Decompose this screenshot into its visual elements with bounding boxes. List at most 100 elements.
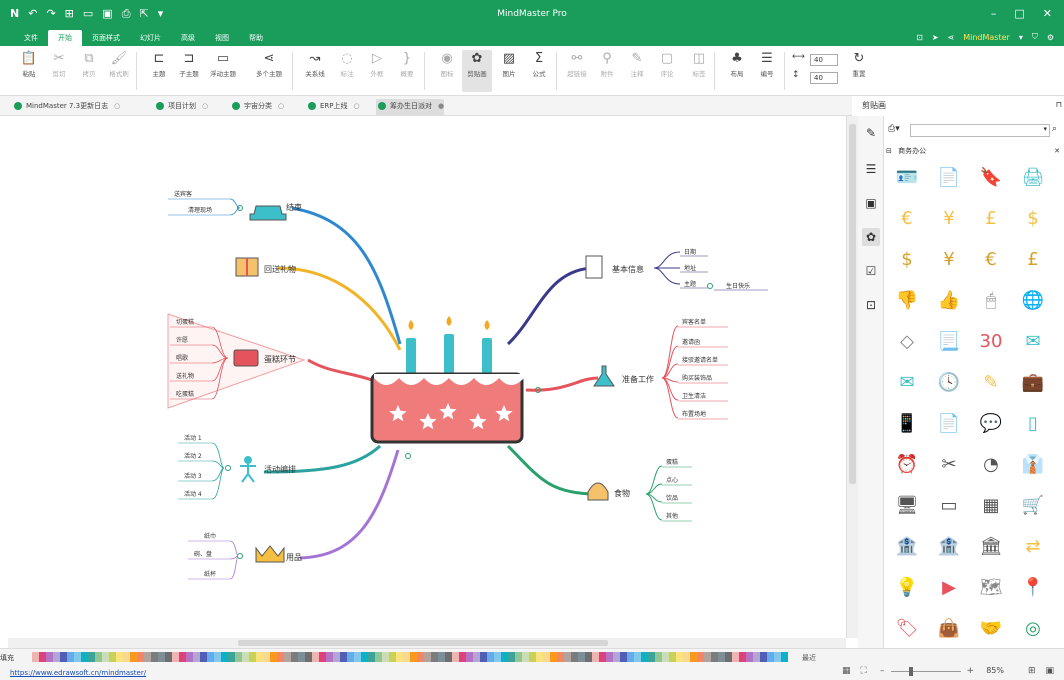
zoom-out-icon[interactable]: – [880, 666, 885, 676]
doc-tab-4[interactable]: 筹办生日派对 ● [376, 99, 445, 115]
tag-button[interactable]: ◫ 标签 [684, 50, 714, 78]
briefcase-icon[interactable]: 💼 [1018, 367, 1048, 397]
supply-item-0[interactable]: 纸巾 [204, 532, 216, 540]
fit-window-icon[interactable]: ⊞ [1028, 666, 1036, 676]
palette-swatch[interactable] [165, 652, 172, 662]
palette-swatch[interactable] [172, 652, 179, 662]
food-item-2[interactable]: 饮品 [666, 494, 678, 502]
palette-swatch[interactable] [781, 652, 788, 662]
palette-swatch[interactable] [256, 652, 263, 662]
map-icon[interactable]: 🗺 [976, 572, 1006, 602]
palette-swatch[interactable] [760, 652, 767, 662]
menu-tab-1[interactable]: 开始 [48, 30, 82, 46]
cake-item-0[interactable]: 切蛋糕 [176, 318, 194, 326]
close-icon[interactable]: ✕ [1043, 7, 1052, 20]
palette-swatch[interactable] [221, 652, 228, 662]
branch-end-label[interactable]: 结束 [286, 202, 302, 212]
palette-swatch[interactable] [718, 652, 725, 662]
food-item-1[interactable]: 点心 [666, 476, 678, 484]
printer-icon[interactable]: 🖨 [1018, 162, 1048, 192]
idea-icon[interactable]: 💡 [892, 572, 922, 602]
handshake-icon[interactable]: 🤝 [976, 613, 1006, 643]
library-icon[interactable]: ⎙▾ [888, 124, 900, 134]
callout-button[interactable]: ◌ 标注 [332, 50, 362, 78]
currency-exchange-icon[interactable]: ⇄ [1018, 531, 1048, 561]
clipart-panel-icon[interactable]: ✿ [862, 228, 880, 246]
palette-swatch[interactable] [95, 652, 102, 662]
palette-swatch[interactable] [473, 652, 480, 662]
recent-colors-label[interactable]: 最近 [802, 653, 816, 663]
palette-swatch[interactable] [494, 652, 501, 662]
supply-item-2[interactable]: 纸杯 [204, 570, 216, 578]
palette-swatch[interactable] [753, 652, 760, 662]
palette-swatch[interactable] [417, 652, 424, 662]
comment-button[interactable]: ▢ 评论 [652, 50, 682, 78]
palette-swatch[interactable] [480, 652, 487, 662]
base-item-1[interactable]: 地址 [684, 264, 696, 272]
palette-swatch[interactable] [669, 652, 676, 662]
palette-swatch[interactable] [263, 652, 270, 662]
tab-close-icon[interactable]: ○ [114, 102, 120, 110]
act-item-1[interactable]: 活动 2 [184, 452, 202, 460]
format-brush-button[interactable]: 🖌 格式刷 [104, 50, 134, 78]
palette-swatch[interactable] [550, 652, 557, 662]
boundary-button[interactable]: ▷ 外框 [362, 50, 392, 78]
palette-swatch[interactable] [648, 652, 655, 662]
palette-swatch[interactable] [270, 652, 277, 662]
location-pin-icon[interactable]: 📍 [1018, 572, 1048, 602]
color-palette[interactable] [32, 652, 788, 662]
branch-food-label[interactable]: 食物 [614, 488, 630, 498]
clipart-button[interactable]: ✿ 剪贴画 [462, 50, 492, 92]
palette-swatch[interactable] [158, 652, 165, 662]
horizontal-scrollbar[interactable] [8, 638, 846, 648]
palette-swatch[interactable] [123, 652, 130, 662]
palette-swatch[interactable] [319, 652, 326, 662]
zoom-level[interactable]: 85% [986, 666, 1004, 675]
cake-item-1[interactable]: 许愿 [176, 336, 188, 344]
spacing-v-input[interactable]: 40 [810, 72, 838, 84]
prep-item-2[interactable]: 接驳邀请名单 [682, 356, 718, 364]
collapse-icon[interactable]: ⊟ [886, 147, 892, 155]
open-mail-icon[interactable]: ✉ [1018, 326, 1048, 356]
palette-swatch[interactable] [634, 652, 641, 662]
palette-swatch[interactable] [144, 652, 151, 662]
tag-icon[interactable]: 🏷 [892, 613, 922, 643]
pencil-icon[interactable]: ✎ [976, 367, 1006, 397]
cake-item-2[interactable]: 唱歌 [176, 354, 188, 362]
palette-swatch[interactable] [249, 652, 256, 662]
gauge-icon[interactable]: ◔ [976, 449, 1006, 479]
phone-icon[interactable]: 📱 [892, 408, 922, 438]
target-icon[interactable]: ◎ [1018, 613, 1048, 643]
palette-swatch[interactable] [298, 652, 305, 662]
palette-swatch[interactable] [193, 652, 200, 662]
palette-swatch[interactable] [361, 652, 368, 662]
category-close-icon[interactable]: ✕ [1054, 145, 1060, 157]
palette-swatch[interactable] [46, 652, 53, 662]
palette-swatch[interactable] [396, 652, 403, 662]
prep-item-4[interactable]: 卫生清洁 [682, 392, 706, 400]
palette-swatch[interactable] [620, 652, 627, 662]
palette-swatch[interactable] [284, 652, 291, 662]
palette-swatch[interactable] [74, 652, 81, 662]
zoom-in-icon[interactable]: + [967, 666, 975, 676]
palette-swatch[interactable] [627, 652, 634, 662]
bank-icon[interactable]: 🏛 [976, 531, 1006, 561]
supply-item-1[interactable]: 碗、盘 [194, 550, 212, 558]
skin-icon[interactable]: ⛉ [1032, 32, 1038, 42]
palette-swatch[interactable] [536, 652, 543, 662]
menu-tab-5[interactable]: 视图 [205, 30, 239, 46]
stamp-icon[interactable]: 🔖 [976, 162, 1006, 192]
topic-button[interactable]: ⊏ 主题 [144, 50, 174, 78]
palette-swatch[interactable] [137, 652, 144, 662]
prep-item-3[interactable]: 购买装饰品 [682, 374, 712, 382]
thumbs-up-icon[interactable]: 👍 [934, 285, 964, 315]
food-item-3[interactable]: 其他 [666, 512, 678, 520]
palette-swatch[interactable] [403, 652, 410, 662]
yen-bag-icon[interactable]: ¥ [934, 244, 964, 274]
id-badge-icon[interactable]: 🪪 [892, 162, 922, 192]
brand-dropdown-icon[interactable]: ▾ [1019, 33, 1023, 42]
search-input[interactable]: ▾ [910, 124, 1050, 137]
laptop-icon[interactable]: ▭ [934, 490, 964, 520]
palette-swatch[interactable] [53, 652, 60, 662]
palette-swatch[interactable] [88, 652, 95, 662]
